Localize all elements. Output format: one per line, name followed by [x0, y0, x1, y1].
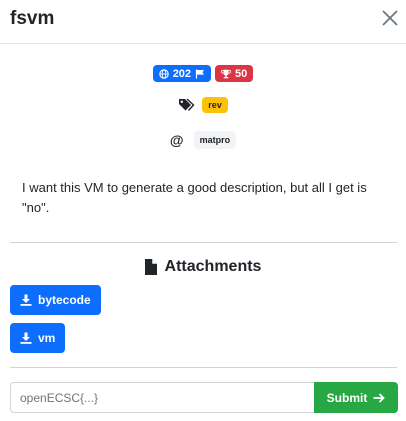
close-icon: [382, 10, 398, 26]
at-icon: @: [169, 132, 184, 148]
download-bytecode-label: bytecode: [38, 293, 91, 307]
divider: [10, 242, 397, 243]
divider: [10, 367, 397, 368]
solves-badge: 202: [152, 65, 212, 82]
attachments-heading: Attachments: [0, 258, 406, 276]
trophy-icon: [221, 69, 232, 78]
challenge-modal: fsvm 202 50 rev @ matpro I want this VM …: [0, 0, 406, 421]
submit-button[interactable]: Submit: [314, 382, 398, 413]
globe-icon: [158, 68, 169, 79]
download-bytecode-button[interactable]: bytecode: [10, 285, 101, 315]
submit-label: Submit: [326, 390, 368, 405]
author-row: @ matpro: [0, 131, 406, 149]
modal-header: fsvm: [0, 0, 406, 44]
close-button[interactable]: [380, 8, 400, 28]
download-icon: [20, 332, 32, 344]
challenge-description: I want this VM to generate a good descri…: [22, 180, 367, 215]
stats-badges: 202 50: [0, 65, 406, 82]
solves-count: 202: [172, 67, 192, 80]
download-vm-label: vm: [38, 331, 56, 345]
points-badge: 50: [215, 65, 254, 82]
points-value: 50: [235, 67, 248, 80]
file-icon: [144, 259, 157, 275]
tags-icon: [179, 98, 195, 111]
tags-row: rev: [0, 97, 406, 113]
flag-icon: [195, 69, 205, 78]
download-icon: [20, 294, 32, 306]
attachments-title: Attachments: [164, 258, 262, 275]
flag-submit-form: Submit: [10, 382, 398, 413]
download-vm-button[interactable]: vm: [10, 323, 66, 353]
author-badge: matpro: [193, 131, 237, 149]
flag-input[interactable]: [10, 382, 314, 413]
modal-title: fsvm: [10, 8, 55, 29]
tag-badge[interactable]: rev: [202, 97, 228, 113]
arrow-right-icon: [373, 392, 386, 403]
